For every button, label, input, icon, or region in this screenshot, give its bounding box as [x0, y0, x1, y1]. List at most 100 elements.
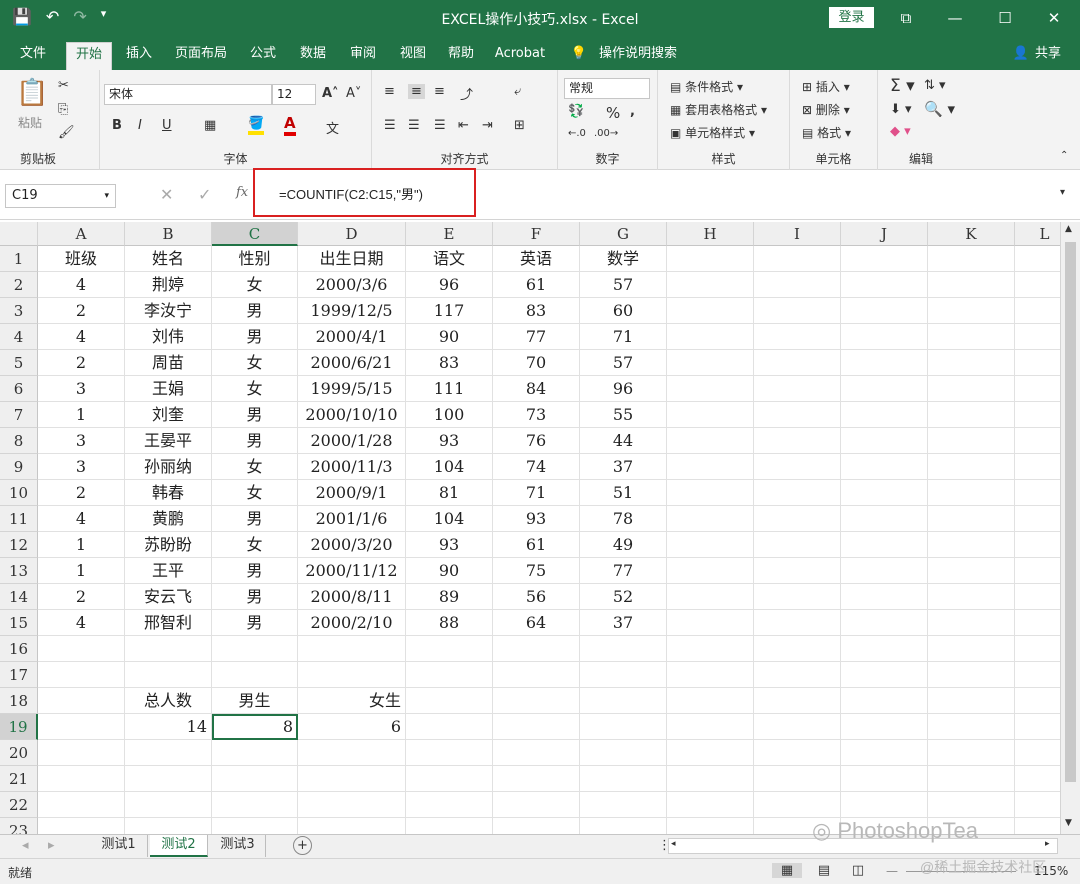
cell-K6[interactable]	[928, 376, 1015, 402]
cell-I1[interactable]	[754, 246, 841, 272]
cell-C9[interactable]: 女	[212, 454, 298, 480]
cell-J3[interactable]	[841, 298, 928, 324]
cell-J19[interactable]	[841, 714, 928, 740]
comma-style-icon[interactable]: ,	[630, 104, 635, 119]
cell-B19[interactable]: 14	[125, 714, 212, 740]
cell-J16[interactable]	[841, 636, 928, 662]
cell-D21[interactable]	[298, 766, 406, 792]
cell-F15[interactable]: 64	[493, 610, 580, 636]
cell-C21[interactable]	[212, 766, 298, 792]
cell-I20[interactable]	[754, 740, 841, 766]
number-format-combo[interactable]: 常规	[564, 78, 650, 99]
align-bottom-icon[interactable]: ≡	[434, 84, 445, 99]
cell-E21[interactable]	[406, 766, 493, 792]
cell-G13[interactable]: 77	[580, 558, 667, 584]
phonetic-icon[interactable]: 文	[326, 118, 339, 137]
cell-A4[interactable]: 4	[38, 324, 125, 350]
cell-H12[interactable]	[667, 532, 754, 558]
cell-D14[interactable]: 2000/8/11	[298, 584, 406, 610]
cell-F1[interactable]: 英语	[493, 246, 580, 272]
cell-I21[interactable]	[754, 766, 841, 792]
cell-B7[interactable]: 刘奎	[125, 402, 212, 428]
cell-B21[interactable]	[125, 766, 212, 792]
tell-me-search[interactable]: 操作说明搜索	[596, 42, 680, 70]
cell-G8[interactable]: 44	[580, 428, 667, 454]
cell-I6[interactable]	[754, 376, 841, 402]
cell-C17[interactable]	[212, 662, 298, 688]
cell-K9[interactable]	[928, 454, 1015, 480]
align-left-icon[interactable]: ☰	[384, 118, 396, 133]
cell-B22[interactable]	[125, 792, 212, 818]
cell-A7[interactable]: 1	[38, 402, 125, 428]
cell-E1[interactable]: 语文	[406, 246, 493, 272]
cell-H18[interactable]	[667, 688, 754, 714]
cell-A16[interactable]	[38, 636, 125, 662]
cell-E9[interactable]: 104	[406, 454, 493, 480]
next-sheet-icon[interactable]: ▸	[48, 838, 55, 853]
cell-D2[interactable]: 2000/3/6	[298, 272, 406, 298]
row-header-20[interactable]: 20	[0, 740, 38, 766]
cell-G2[interactable]: 57	[580, 272, 667, 298]
cell-G7[interactable]: 55	[580, 402, 667, 428]
cell-I17[interactable]	[754, 662, 841, 688]
align-middle-icon[interactable]: ≡	[408, 84, 425, 99]
find-select-icon[interactable]: 🔍 ▾	[924, 100, 955, 118]
clear-icon[interactable]: ◆ ▾	[890, 124, 911, 139]
cell-H5[interactable]	[667, 350, 754, 376]
cell-E18[interactable]	[406, 688, 493, 714]
cell-H7[interactable]	[667, 402, 754, 428]
cell-I14[interactable]	[754, 584, 841, 610]
cell-D5[interactable]: 2000/6/21	[298, 350, 406, 376]
cell-C3[interactable]: 男	[212, 298, 298, 324]
row-header-22[interactable]: 22	[0, 792, 38, 818]
cell-D23[interactable]	[298, 818, 406, 834]
cell-H4[interactable]	[667, 324, 754, 350]
cell-G11[interactable]: 78	[580, 506, 667, 532]
row-header-8[interactable]: 8	[0, 428, 38, 454]
cell-C6[interactable]: 女	[212, 376, 298, 402]
cell-B1[interactable]: 姓名	[125, 246, 212, 272]
tab-8[interactable]: 帮助	[440, 42, 482, 70]
bold-button[interactable]: B	[112, 118, 122, 133]
cell-L1[interactable]	[1015, 246, 1060, 272]
scroll-up-icon[interactable]: ▲	[1065, 224, 1072, 234]
cell-H2[interactable]	[667, 272, 754, 298]
cell-G14[interactable]: 52	[580, 584, 667, 610]
cell-B20[interactable]	[125, 740, 212, 766]
delete-cells-button[interactable]: ⊠ 删除 ▾	[802, 101, 850, 118]
cell-D10[interactable]: 2000/9/1	[298, 480, 406, 506]
page-break-view-icon[interactable]: ◫	[848, 863, 868, 878]
cell-B8[interactable]: 王晏平	[125, 428, 212, 454]
cell-G18[interactable]	[580, 688, 667, 714]
cell-A12[interactable]: 1	[38, 532, 125, 558]
cell-L9[interactable]	[1015, 454, 1060, 480]
sheet-tab-3[interactable]: 测试3	[210, 835, 266, 857]
prev-sheet-icon[interactable]: ◂	[22, 838, 29, 853]
cell-L21[interactable]	[1015, 766, 1060, 792]
cell-B17[interactable]	[125, 662, 212, 688]
column-header-F[interactable]: F	[493, 222, 580, 246]
cell-G22[interactable]	[580, 792, 667, 818]
name-box-dropdown-icon[interactable]: ▾	[104, 185, 109, 207]
format-as-table-button[interactable]: ▦ 套用表格格式 ▾	[670, 101, 767, 118]
cell-J6[interactable]	[841, 376, 928, 402]
tab-2[interactable]: 插入	[118, 42, 160, 70]
cell-C22[interactable]	[212, 792, 298, 818]
cell-D17[interactable]	[298, 662, 406, 688]
cell-L12[interactable]	[1015, 532, 1060, 558]
cell-L19[interactable]	[1015, 714, 1060, 740]
cell-B4[interactable]: 刘伟	[125, 324, 212, 350]
cell-J11[interactable]	[841, 506, 928, 532]
cell-K5[interactable]	[928, 350, 1015, 376]
cell-K17[interactable]	[928, 662, 1015, 688]
cell-C5[interactable]: 女	[212, 350, 298, 376]
cell-J13[interactable]	[841, 558, 928, 584]
row-header-11[interactable]: 11	[0, 506, 38, 532]
cell-L13[interactable]	[1015, 558, 1060, 584]
cell-E5[interactable]: 83	[406, 350, 493, 376]
scroll-right-icon[interactable]: ▸	[1045, 839, 1050, 849]
cell-B3[interactable]: 李汝宁	[125, 298, 212, 324]
cell-E8[interactable]: 93	[406, 428, 493, 454]
cell-G1[interactable]: 数学	[580, 246, 667, 272]
cell-J14[interactable]	[841, 584, 928, 610]
